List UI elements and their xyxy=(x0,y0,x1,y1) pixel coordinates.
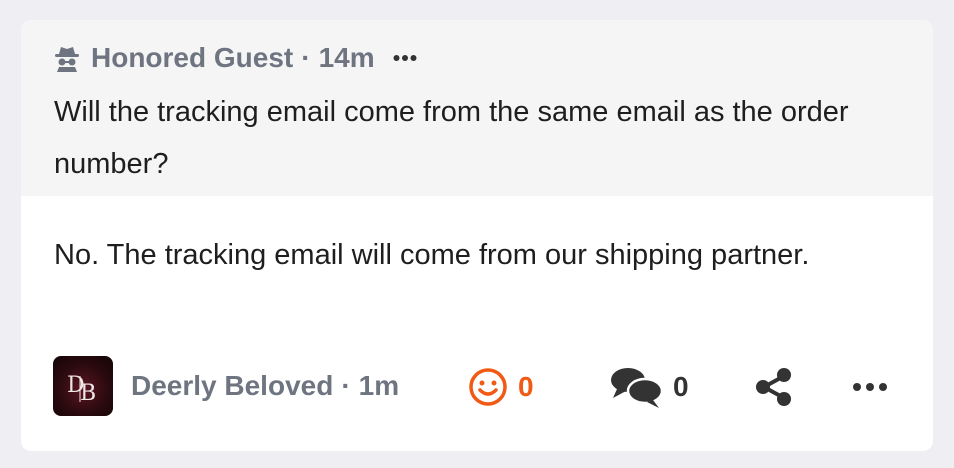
meta-separator: · xyxy=(341,370,351,401)
question-more-icon[interactable] xyxy=(393,54,417,62)
question-author[interactable]: Honored Guest xyxy=(91,42,293,74)
reaction-count: 0 xyxy=(518,371,534,402)
answer-author[interactable]: Deerly Beloved xyxy=(131,370,333,402)
more-horizontal-icon[interactable] xyxy=(851,372,891,402)
smiley-icon xyxy=(469,368,507,406)
avatar[interactable]: D B xyxy=(53,356,113,416)
qa-card: Honored Guest · 14m Will the tracking em… xyxy=(21,20,933,451)
comment-count: 0 xyxy=(673,371,689,402)
meta-separator: · xyxy=(301,42,311,73)
question-text: Will the tracking email come from the sa… xyxy=(54,96,849,180)
question-time: 14m xyxy=(318,42,375,73)
answer-time: 1m xyxy=(358,370,400,401)
question-meta: Honored Guest · 14m xyxy=(53,40,417,76)
answer-footer: D B Deerly Beloved · 1m 0 0 xyxy=(53,356,913,416)
question-section: Honored Guest · 14m Will the tracking em… xyxy=(21,20,933,196)
answer-meta: Deerly Beloved · 1m xyxy=(131,368,399,404)
answer-text: No. The tracking email will come from ou… xyxy=(54,239,810,271)
avatar-letter-b: B xyxy=(80,381,96,406)
comments-icon xyxy=(611,368,664,408)
incognito-spy-icon xyxy=(55,47,79,72)
comments-button[interactable]: 0 xyxy=(609,368,689,408)
reaction-button[interactable]: 0 xyxy=(468,368,534,406)
share-icon[interactable] xyxy=(753,366,795,408)
